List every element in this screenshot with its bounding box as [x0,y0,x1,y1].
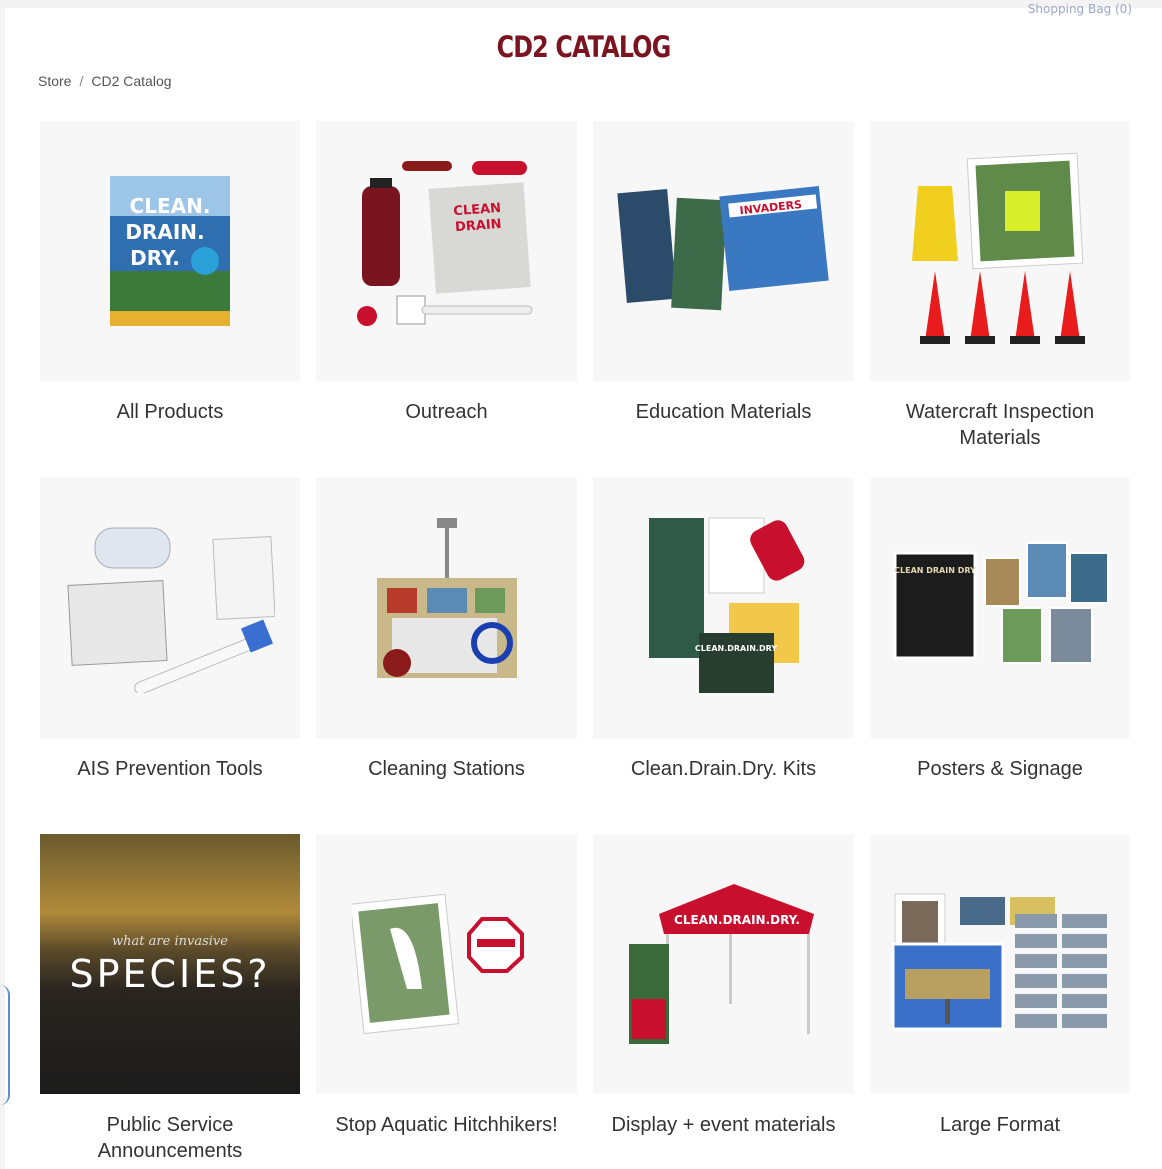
category-cleaning-stations[interactable]: Cleaning Stations [316,478,577,834]
category-label: Cleaning Stations [368,758,525,780]
svg-text:CLEAN DRAIN DRY: CLEAN DRAIN DRY [894,566,976,575]
psa-thumb-caption: what are invasive [112,934,228,949]
category-label: Clean.Drain.Dry. Kits [630,758,817,780]
outreach-items-icon: CLEAN DRAIN [316,121,577,381]
breadcrumb-separator: / [79,73,84,89]
svg-text:DRY.: DRY. [130,246,180,270]
page-title: CD2 CATALOG [496,30,672,64]
category-label: Outreach [405,401,488,423]
breadcrumb-current: CD2 Catalog [91,73,172,89]
video-thumbnail: what are invasive SPECIES? [40,834,300,1094]
svg-text:CLEAN.: CLEAN. [130,194,211,218]
svg-text:DRAIN.: DRAIN. [125,220,204,244]
category-label: Watercraft Inspection Materials [905,401,1095,449]
category-stop-aquatic-hitchhikers[interactable]: Stop Aquatic Hitchhikers! [316,834,577,1168]
breadcrumb: Store / CD2 Catalog [38,73,172,89]
category-label: Education Materials [635,401,812,423]
breadcrumb-store[interactable]: Store [38,73,71,89]
billboard-icon [870,834,1130,1094]
category-grid: CLEAN. DRAIN. DRY. All Products CLEAN DR… [40,121,1130,1168]
svg-text:CLEAN.DRAIN.DRY.: CLEAN.DRAIN.DRY. [674,913,800,927]
tent-icon: CLEAN.DRAIN.DRY. [593,834,854,1094]
category-all-products[interactable]: CLEAN. DRAIN. DRY. All Products [40,121,300,478]
category-label: AIS Prevention Tools [77,758,263,780]
category-label: All Products [116,401,224,423]
category-education-materials[interactable]: INVADERS Education Materials [593,121,854,478]
category-ais-prevention-tools[interactable]: AIS Prevention Tools [40,478,300,834]
flag-sign-icon [316,834,577,1094]
category-outreach[interactable]: CLEAN DRAIN Outreach [316,121,577,478]
category-posters-signage[interactable]: CLEAN DRAIN DRY Posters & Signage [870,478,1130,834]
svg-text:CLEAN.DRAIN.DRY: CLEAN.DRAIN.DRY [694,644,776,653]
posters-icon: CLEAN DRAIN DRY [870,478,1130,738]
category-large-format[interactable]: Large Format [870,834,1130,1168]
category-label: Large Format [939,1114,1061,1136]
edge-decoration [0,985,10,1105]
category-clean-drain-dry-kits[interactable]: CLEAN.DRAIN.DRY Clean.Drain.Dry. Kits [593,478,854,834]
category-watercraft-inspection[interactable]: Watercraft Inspection Materials [870,121,1130,478]
kit-icon: CLEAN.DRAIN.DRY [593,478,854,738]
category-label: Public Service Announcements [97,1114,243,1162]
cones-icon [870,121,1130,381]
category-label: Posters & Signage [917,758,1083,780]
cleaning-station-icon [316,478,577,738]
tools-icon [40,478,300,738]
psa-thumb-title: SPECIES? [69,952,271,996]
category-label: Display + event materials [611,1114,836,1136]
category-public-service-announcements[interactable]: what are invasive SPECIES? Public Servic… [40,834,300,1168]
shopping-bag-link[interactable]: Shopping Bag (0) [1028,2,1132,16]
brochures-icon: INVADERS [593,121,854,381]
page: Shopping Bag (0) CD2 CATALOG Store / CD2 C… [5,2,1162,1169]
category-display-event-materials[interactable]: CLEAN.DRAIN.DRY. Display + event materia… [593,834,854,1168]
category-label: Stop Aquatic Hitchhikers! [335,1114,558,1136]
book-cover-icon: CLEAN. DRAIN. DRY. [40,121,300,381]
